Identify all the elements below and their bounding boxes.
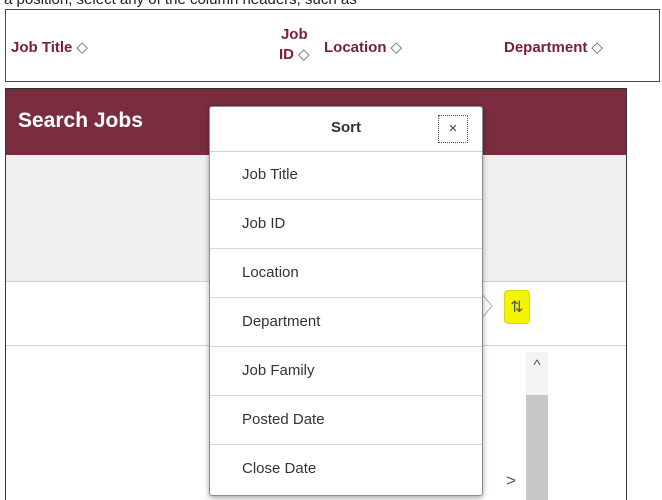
scrollbar-thumb[interactable] [526,395,548,500]
column-header-job-title[interactable]: Job Title ◇ [11,38,88,56]
sort-option-close-date[interactable]: Close Date [210,445,482,494]
sort-popup: Sort × Job Title Job ID Location Departm… [209,106,483,496]
sort-button[interactable]: ⇅ [504,290,530,324]
sort-icon: ⇅ [510,299,524,316]
sort-option-department[interactable]: Department [210,298,482,347]
column-header-bar: Job Title ◇ Job ID ◇ Location ◇ Department ◇ [5,9,660,82]
sort-option-list: Job Title Job ID Location Department Job… [210,151,482,494]
column-header-label: Location [324,39,387,56]
column-header-label: Job Title [11,39,73,56]
close-icon[interactable]: × [438,115,468,143]
instruction-text: a position, select any of the column hea… [4,0,357,8]
sort-indicator-icon: ◇ [76,39,88,56]
sort-option-job-title[interactable]: Job Title [210,151,482,200]
sort-popup-header: Sort × [210,107,482,152]
scroll-up-icon[interactable]: ^ [526,357,548,377]
column-header-location[interactable]: Location ◇ [324,38,402,56]
sort-option-job-family[interactable]: Job Family [210,347,482,396]
column-header-strip: a position, select any of the column hea… [0,0,662,84]
page-title: Search Jobs [18,109,143,132]
sort-option-posted-date[interactable]: Posted Date [210,396,482,445]
column-header-label: Department [504,39,588,56]
sort-indicator-icon: ◇ [591,39,603,56]
sort-indicator-icon: ◇ [390,39,403,56]
chevron-right-icon[interactable]: > [503,471,519,491]
sort-option-location[interactable]: Location [210,249,482,298]
column-header-label: Job [280,26,308,43]
column-header-label: ID [279,46,294,63]
column-header-job-id[interactable]: Job ID ◇ [279,25,310,65]
sort-indicator-icon: ◇ [298,46,310,63]
sort-option-job-id[interactable]: Job ID [210,200,482,249]
column-header-department[interactable]: Department ◇ [504,38,603,56]
